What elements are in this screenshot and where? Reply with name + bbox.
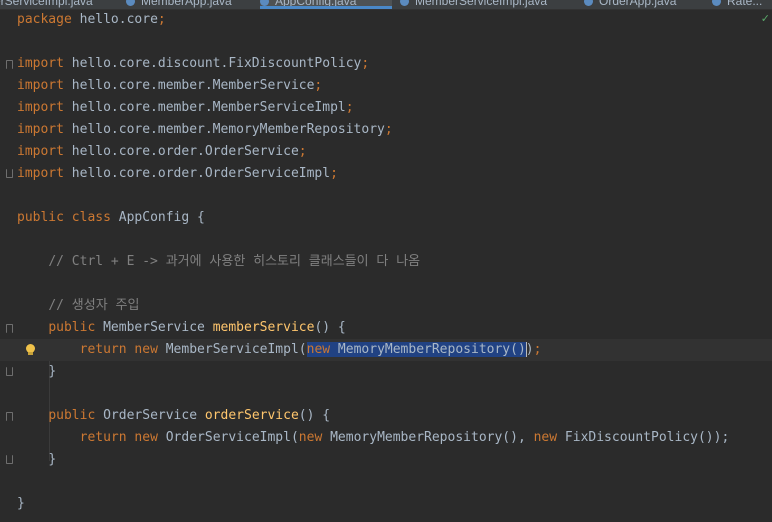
tab-label: AppConfig.java xyxy=(275,0,357,8)
code-editor[interactable]: package hello.core; import hello.core.di… xyxy=(0,9,772,522)
tab-member-service-impl-left[interactable]: erServiceImpl.java xyxy=(0,0,98,9)
code-line-order-service-method: public OrderService orderService() { xyxy=(0,405,772,427)
code-line-import: import hello.core.order.OrderServiceImpl… xyxy=(0,163,772,185)
code-line-class-close: } xyxy=(17,496,25,511)
fold-toggle-icon[interactable] xyxy=(6,60,13,69)
code-line-class-declaration: public class AppConfig { xyxy=(17,210,205,225)
code-line-import: import hello.core.order.OrderService; xyxy=(17,144,307,159)
code-line-comment: // Ctrl + E -> 과거에 사용한 히스토리 클래스들이 다 나옴 xyxy=(48,254,421,269)
tab-member-app[interactable]: MemberApp.java xyxy=(126,0,246,9)
tab-app-config[interactable]: AppConfig.java xyxy=(260,0,392,9)
code-line-brace: } xyxy=(0,449,772,471)
tab-label: MemberApp.java xyxy=(141,0,232,8)
code-line-comment: // 생성자 주입 xyxy=(48,298,140,313)
tab-label: erServiceImpl.java xyxy=(0,0,93,8)
java-class-icon xyxy=(712,0,721,7)
java-class-icon xyxy=(400,0,409,7)
tab-label: MemberServiceImpl.java xyxy=(415,0,548,8)
tab-rate[interactable]: Rate... xyxy=(712,0,772,9)
tab-label: Rate... xyxy=(727,0,763,8)
text-selection: new MemoryMemberRepository() xyxy=(306,342,526,357)
java-class-icon xyxy=(126,0,135,7)
fold-toggle-icon[interactable] xyxy=(6,169,13,178)
code-line-brace: } xyxy=(0,361,772,383)
java-class-icon xyxy=(260,0,269,6)
tab-member-service-impl[interactable]: MemberServiceImpl.java xyxy=(400,0,576,9)
fold-toggle-icon[interactable] xyxy=(6,412,13,421)
fold-toggle-icon[interactable] xyxy=(6,324,13,333)
fold-toggle-icon[interactable] xyxy=(6,367,13,376)
tab-order-app[interactable]: OrderApp.java xyxy=(584,0,704,9)
code-line-return-order: return new OrderServiceImpl(new MemoryMe… xyxy=(79,430,730,445)
tab-label: OrderApp.java xyxy=(599,0,677,8)
code-line-import: import hello.core.member.MemoryMemberRep… xyxy=(17,122,393,137)
code-line-current: return new MemberServiceImpl(new MemoryM… xyxy=(0,339,772,361)
java-class-icon xyxy=(584,0,593,7)
fold-toggle-icon[interactable] xyxy=(6,455,13,464)
code-line-import: import hello.core.discount.FixDiscountPo… xyxy=(0,53,772,75)
code-line-member-service-method: public MemberService memberService() { xyxy=(0,317,772,339)
code-line-import: import hello.core.member.MemberService; xyxy=(17,78,323,93)
code-line-package: package hello.core; xyxy=(17,12,166,27)
code-line-import: import hello.core.member.MemberServiceIm… xyxy=(17,100,354,115)
